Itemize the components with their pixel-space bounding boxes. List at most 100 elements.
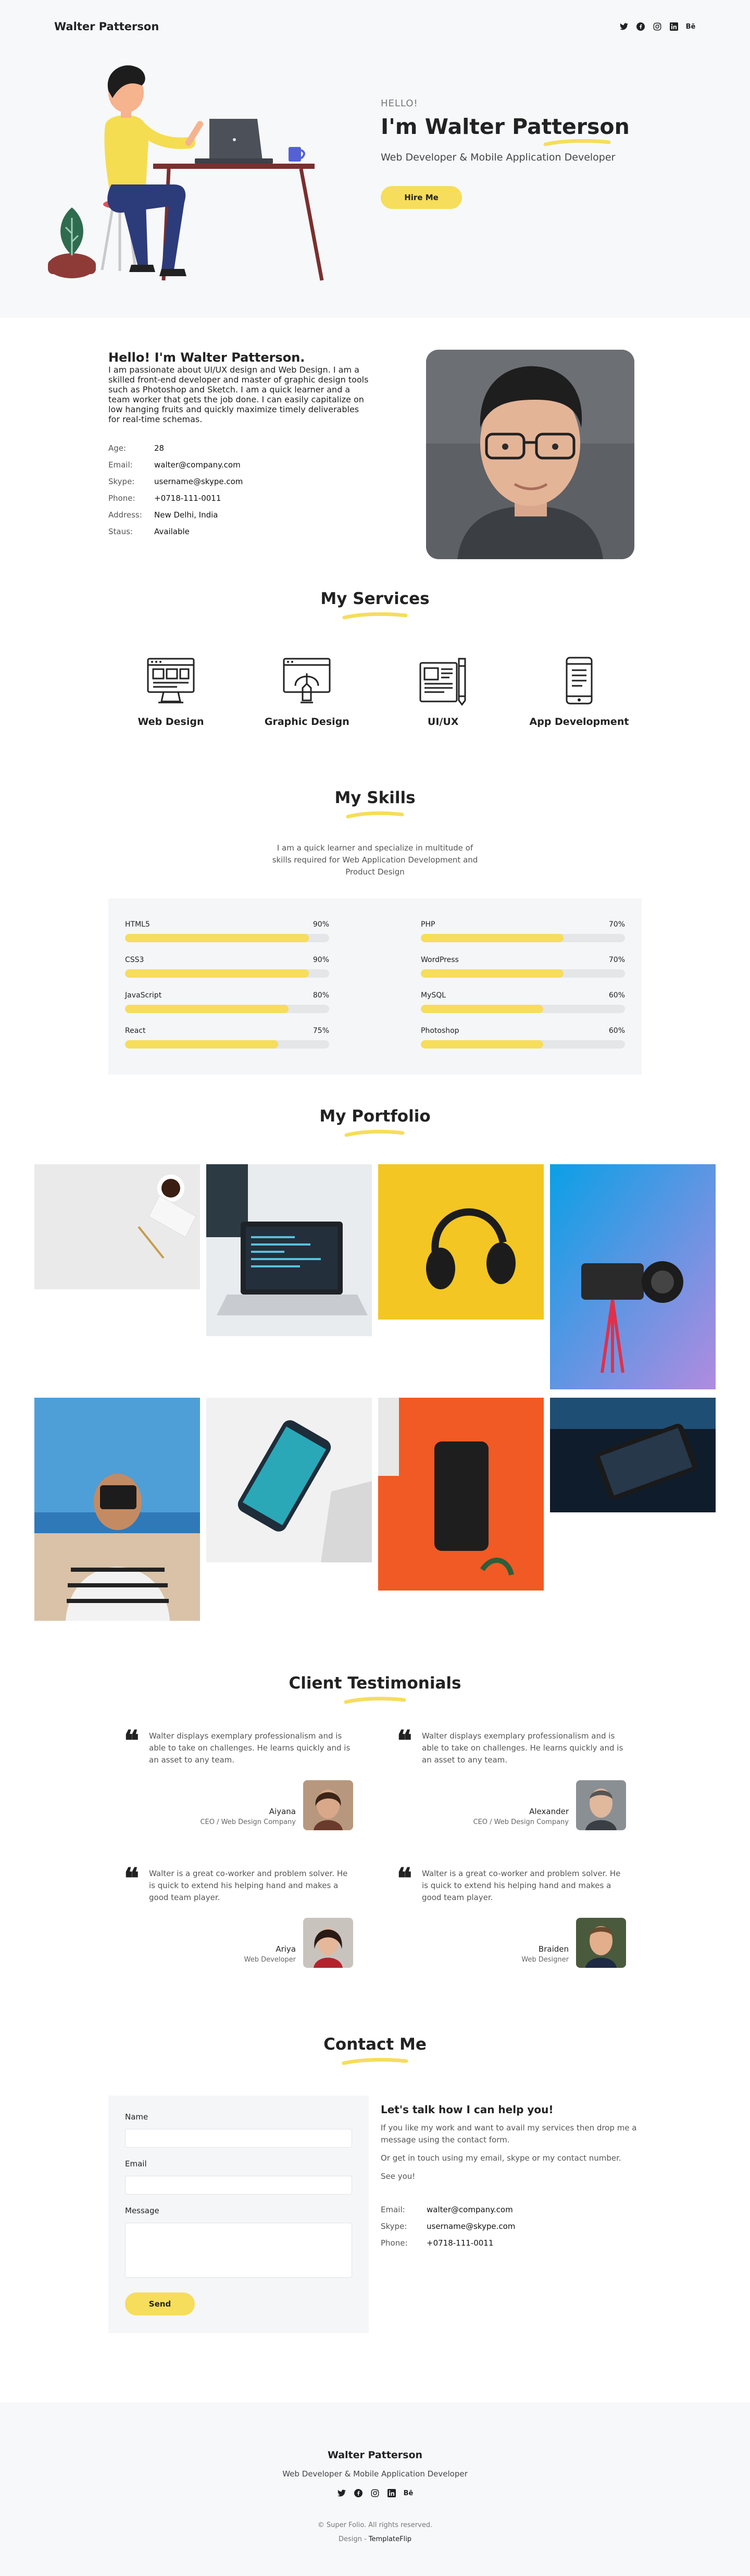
contact-title: Contact Me	[323, 2035, 427, 2054]
email-field[interactable]	[125, 2176, 352, 2195]
contact-row-skype: Skype: username@skype.com	[381, 2218, 641, 2235]
skill-header: PHP 70%	[421, 920, 625, 929]
skill-name: CSS3	[125, 956, 144, 964]
portfolio-item-phone[interactable]	[206, 1398, 372, 1562]
headphones-image	[378, 1164, 544, 1320]
hero-underline-decoration	[543, 139, 611, 146]
behance-icon[interactable]: Bē	[685, 21, 696, 32]
skill-percent: 90%	[312, 956, 329, 964]
skill-name: Photoshop	[421, 1027, 459, 1035]
top-nav: Walter Patterson Bē	[54, 19, 696, 34]
facebook-icon[interactable]	[635, 21, 646, 32]
send-button[interactable]: Send	[125, 2292, 195, 2315]
info-label: Staus:	[108, 527, 133, 536]
contact-paragraph: If you like my work and want to avail my…	[381, 2123, 637, 2144]
author-name: Alexander	[529, 1807, 569, 1816]
skill-name: WordPress	[421, 956, 459, 964]
services-title: My Services	[320, 589, 430, 608]
service-label: Web Design	[138, 716, 204, 728]
dark-phone-image	[550, 1398, 716, 1512]
footer-role: Web Developer & Mobile Application Devel…	[282, 2469, 468, 2479]
web-design-icon	[147, 658, 195, 704]
skill-progress-fill	[125, 1005, 289, 1013]
hire-me-button[interactable]: Hire Me	[381, 186, 462, 209]
quote-icon: ❝	[124, 1724, 140, 1757]
header-social-links: Bē	[619, 21, 696, 32]
hero-intro: HELLO! I'm Walter Patterson Web Develope…	[381, 98, 630, 209]
portfolio-item-photographer[interactable]	[34, 1398, 200, 1621]
skill-name: HTML5	[125, 920, 150, 929]
info-label: Email:	[108, 460, 133, 470]
linkedin-icon[interactable]	[386, 2488, 397, 2498]
design-credit-link[interactable]: TemplateFlip	[369, 2535, 411, 2543]
contact-row-phone: Phone: +0718-111-0011	[381, 2235, 641, 2251]
instagram-icon[interactable]	[370, 2488, 380, 2498]
quote-icon: ❝	[397, 1724, 413, 1757]
skills-column-right: PHP 70% WordPress 70% MySQL 60% Photoshop 60%	[421, 920, 625, 1053]
testimonial-text: Walter is a great co-worker and problem …	[422, 1869, 621, 1902]
portfolio-item-headphones[interactable]	[378, 1164, 544, 1320]
testimonial-text: Walter displays exemplary professionalis…	[149, 1731, 351, 1765]
author-role: CEO / Web Design Company	[473, 1818, 569, 1826]
info-row-age: Age: 28	[108, 440, 369, 457]
facebook-icon[interactable]	[353, 2488, 364, 2498]
author-info: Braiden Web Designer	[521, 1944, 569, 1964]
skill-header: HTML5 90%	[125, 920, 329, 929]
skill-progress-bar	[125, 934, 329, 942]
skill-header: CSS3 90%	[125, 956, 329, 964]
skill-name: JavaScript	[125, 991, 162, 1000]
linkedin-icon[interactable]	[669, 21, 679, 32]
testimonial-text: Walter displays exemplary professionalis…	[422, 1731, 623, 1765]
testimonial-author: Alexander CEO / Web Design Company	[473, 1780, 626, 1830]
twitter-icon[interactable]	[336, 2488, 347, 2498]
brand-link[interactable]: Walter Patterson	[54, 20, 159, 33]
testimonials-title: Client Testimonials	[289, 1674, 461, 1693]
portfolio-item-camera[interactable]	[550, 1164, 716, 1389]
contact-row-email: Email: walter@company.com	[381, 2201, 641, 2218]
skill-header: MySQL 60%	[421, 991, 625, 1000]
info-label: Skype:	[108, 477, 135, 486]
info-value: Available	[154, 527, 190, 536]
name-field[interactable]	[125, 2129, 352, 2148]
skill-progress-fill	[125, 1040, 278, 1049]
skill-percent: 75%	[312, 1027, 329, 1035]
portfolio-item-desk[interactable]	[34, 1164, 200, 1289]
orange-phone-image	[378, 1398, 544, 1591]
contact-paragraph: Or get in touch using my email, skype or…	[381, 2153, 621, 2163]
skills-intro: I am a quick learner and specialize in m…	[272, 843, 478, 877]
twitter-icon[interactable]	[619, 21, 629, 32]
info-label: Skype:	[381, 2222, 407, 2231]
hero-greeting: HELLO!	[381, 98, 418, 109]
info-value: +0718-111-0011	[427, 2238, 494, 2248]
smartphone-image	[206, 1398, 372, 1562]
portfolio-item-laptop[interactable]	[206, 1164, 372, 1336]
instagram-icon[interactable]	[652, 21, 662, 32]
services-underline-decoration	[342, 612, 408, 620]
design-prefix: Design -	[338, 2535, 369, 2543]
avatar	[303, 1918, 353, 1968]
skill-header: JavaScript 80%	[125, 991, 329, 1000]
info-label: Phone:	[381, 2238, 408, 2248]
service-ui-ux: UI/UX	[381, 656, 506, 728]
contact-form: Name Email Message Send	[108, 2096, 369, 2333]
info-label: Phone:	[108, 494, 135, 503]
message-field[interactable]	[125, 2223, 352, 2278]
behance-icon[interactable]: Bē	[403, 2488, 414, 2498]
testimonial-card: ❝ Walter displays exemplary professional…	[124, 1724, 353, 1832]
info-row-skype: Skype: username@skype.com	[108, 473, 369, 490]
skill-progress-fill	[125, 934, 309, 942]
skill-percent: 60%	[608, 1027, 625, 1035]
testimonial-author: Aiyana CEO / Web Design Company	[200, 1780, 353, 1830]
footer: Walter Patterson Web Developer & Mobile …	[0, 2402, 750, 2576]
author-role: CEO / Web Design Company	[200, 1818, 296, 1826]
portfolio-item-orange-phone[interactable]	[378, 1398, 544, 1591]
contact-underline-decoration	[342, 2057, 408, 2065]
skill-progress-fill	[421, 1005, 544, 1013]
skills-panel: HTML5 90% CSS3 90% JavaScript 80% React 75% PHP…	[108, 898, 642, 1075]
avatar	[576, 1780, 626, 1830]
portfolio-item-dark-phone[interactable]	[550, 1398, 716, 1512]
service-label: UI/UX	[427, 716, 459, 728]
skills-underline-decoration	[346, 811, 404, 819]
message-label: Message	[125, 2206, 159, 2215]
name-label: Name	[125, 2112, 148, 2122]
